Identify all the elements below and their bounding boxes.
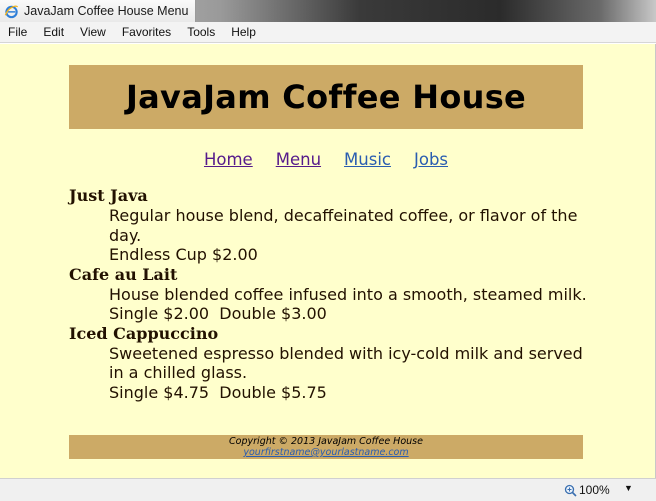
page-title: JavaJam Coffee House: [125, 78, 527, 116]
menu-item-name: Just Java: [69, 186, 148, 205]
nav-home-link[interactable]: Home: [204, 150, 253, 174]
menu-view[interactable]: View: [72, 25, 114, 39]
menu-item-price: Endless Cup $2.00: [109, 245, 258, 264]
menu-favorites[interactable]: Favorites: [114, 25, 179, 39]
menu-item-price: Single $4.75 Double $5.75: [109, 382, 327, 402]
chevron-down-icon[interactable]: ▼: [624, 483, 633, 493]
browser-tab[interactable]: JavaJam Coffee House Menu: [0, 0, 196, 22]
menu-item-description: Regular house blend, decaffeinated coffe…: [109, 206, 578, 245]
status-bar: 100% ▼: [0, 478, 656, 501]
coffee-menu-list: Just Java Regular house blend, decaffein…: [69, 186, 589, 402]
menu-item-description: House blended coffee infused into a smoo…: [109, 284, 587, 304]
nav-menu-link[interactable]: Menu: [276, 150, 321, 174]
tab-title: JavaJam Coffee House Menu: [24, 4, 189, 18]
nav-music-link[interactable]: Music: [344, 150, 391, 174]
nav-jobs-link[interactable]: Jobs: [414, 150, 448, 174]
menu-file[interactable]: File: [0, 25, 35, 39]
zoom-magnifier-icon: [564, 484, 577, 497]
copyright-text: Copyright © 2013 JavaJam Coffee House: [229, 436, 423, 447]
internet-explorer-icon: [4, 5, 19, 18]
site-nav: Home Menu Music Jobs: [69, 150, 583, 174]
zoom-level: 100%: [579, 483, 610, 497]
menu-bar: File Edit View Favorites Tools Help: [0, 22, 656, 43]
window-title-bar: JavaJam Coffee House Menu: [0, 0, 656, 22]
menu-edit[interactable]: Edit: [35, 25, 72, 39]
menu-tools[interactable]: Tools: [179, 25, 223, 39]
email-link[interactable]: yourfirstname@yourlastname.com: [243, 447, 408, 458]
page-header: JavaJam Coffee House: [69, 65, 583, 129]
menu-item-price: Single $2.00 Double $3.00: [109, 304, 327, 323]
menu-item-description: Sweetened espresso blended with icy-cold…: [109, 343, 583, 383]
zoom-control[interactable]: 100%: [564, 483, 610, 497]
menu-item-name: Cafe au Lait: [69, 264, 178, 284]
page-footer: Copyright © 2013 JavaJam Coffee House yo…: [69, 435, 583, 459]
menu-help[interactable]: Help: [223, 25, 264, 39]
menu-item-name: Iced Cappuccino: [69, 323, 219, 343]
page-viewport: JavaJam Coffee House Home Menu Music Job…: [0, 44, 656, 478]
